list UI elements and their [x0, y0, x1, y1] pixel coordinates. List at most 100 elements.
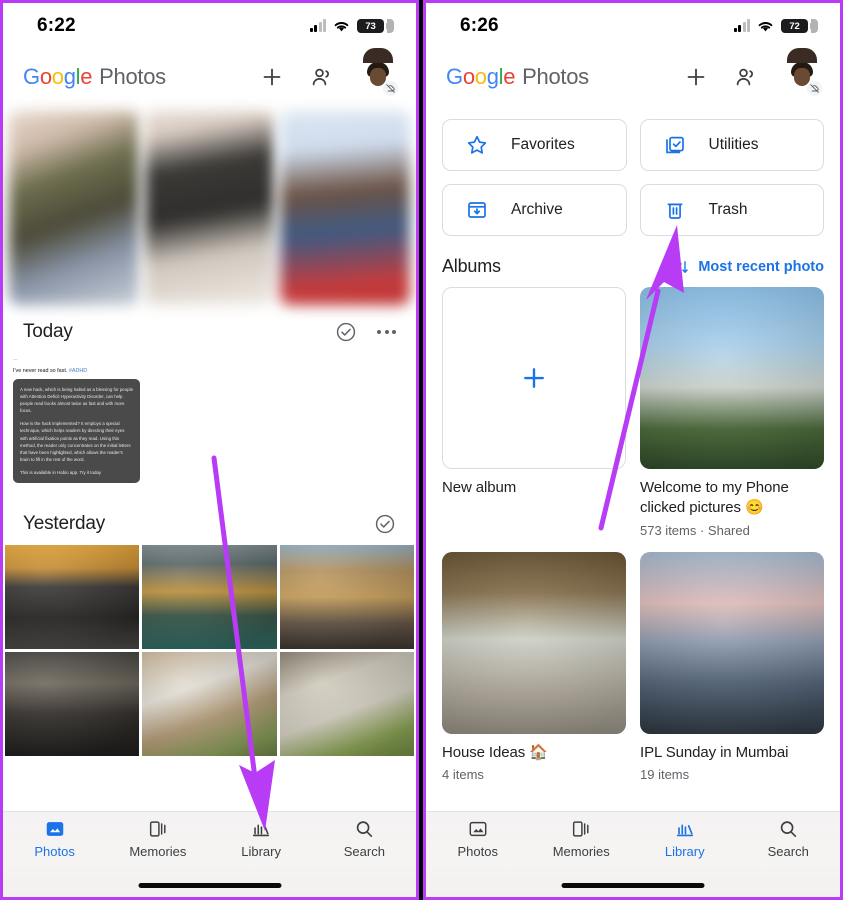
logo-word: Photos [522, 64, 589, 89]
avatar[interactable] [784, 48, 823, 97]
check-circle-icon[interactable] [335, 321, 357, 343]
new-album-placeholder [442, 287, 626, 469]
plus-icon [524, 368, 544, 388]
album-title: IPL Sunday in Mumbai [640, 743, 789, 761]
album-new[interactable]: New album [442, 287, 626, 538]
logo-letter: o [39, 64, 52, 89]
battery-icon: 72 [781, 19, 812, 33]
bottom-nav-right: Photos Memories Library Search [426, 811, 840, 897]
check-circle-icon[interactable] [374, 513, 396, 535]
photo-seaside-skyline [640, 551, 824, 734]
photo-plate-of-food[interactable] [142, 652, 277, 757]
nav-item-memories[interactable]: Memories [530, 818, 634, 864]
nav-label: Library [241, 844, 281, 859]
memories-icon [149, 821, 166, 837]
status-bar-right: 6:26 72 [426, 3, 840, 49]
nav-item-photos[interactable]: Photos [426, 818, 530, 864]
nav-label: Search [343, 844, 385, 859]
sort-control[interactable]: Most recent photo [673, 258, 824, 276]
backup-off-icon [382, 80, 399, 97]
nav-item-search[interactable]: Search [313, 818, 416, 864]
albums-header: Albums Most recent photo [426, 236, 840, 287]
logo-letter: G [446, 64, 463, 89]
logo-letter: e [503, 64, 516, 89]
chip-utilities[interactable]: Utilities [639, 119, 824, 171]
photo-screenshot-adhd[interactable]: — I've never read so fast. #ADHD A new h… [7, 353, 144, 490]
logo-word: Photos [99, 64, 166, 89]
section-header-yesterday: Yesterday [3, 489, 416, 545]
album-item[interactable]: Welcome to my Phone clicked pictures 😊 5… [640, 287, 824, 538]
nav-item-photos[interactable]: Photos [3, 818, 106, 864]
chip-label: Trash [708, 201, 748, 218]
archive-icon [468, 202, 486, 218]
screenshot-body-card: A new hack, which is being hailed as a b… [13, 378, 140, 484]
people-icon[interactable] [734, 65, 758, 89]
nav-item-memories[interactable]: Memories [106, 818, 209, 864]
more-options-icon[interactable] [377, 330, 396, 334]
memory-card[interactable] [144, 111, 275, 305]
memory-card[interactable] [9, 111, 139, 305]
cellular-icon [309, 19, 326, 32]
album-meta: 4 items [442, 766, 484, 782]
photo-apartment-building [640, 287, 824, 469]
star-icon [467, 135, 487, 154]
photo-bowl-of-curry[interactable] [279, 652, 414, 757]
plus-icon[interactable] [684, 65, 708, 89]
phone-screenshot-right: 6:26 72 Google Photos Favorites Utilitie… [423, 0, 843, 900]
google-photos-logo: Google Photos [23, 64, 166, 90]
app-bar-actions-right [684, 48, 823, 97]
nav-item-library[interactable]: Library [633, 818, 737, 864]
plus-icon[interactable] [260, 65, 284, 89]
nav-item-search[interactable]: Search [737, 818, 841, 864]
memory-card[interactable] [280, 111, 411, 305]
battery-level: 73 [365, 20, 376, 32]
nav-item-library[interactable]: Library [210, 818, 313, 864]
logo-letter: e [80, 64, 93, 89]
caption-text: I've never read so fast. [13, 367, 68, 374]
photo-gym-interior[interactable] [5, 652, 140, 757]
status-indicators: 72 [733, 19, 818, 33]
album-item[interactable]: House Ideas 🏠 4 items [442, 551, 626, 782]
nav-label: Memories [552, 844, 610, 859]
app-bar-right: Google Photos [426, 48, 840, 105]
album-item[interactable]: IPL Sunday in Mumbai 19 items [640, 551, 824, 782]
trash-icon [667, 203, 682, 219]
chip-favorites[interactable]: Favorites [442, 119, 627, 171]
screenshot-handle: — [13, 357, 18, 362]
chip-label: Utilities [708, 136, 759, 153]
nav-label: Library [664, 844, 705, 859]
search-icon [357, 821, 373, 837]
caption-hashtag: #ADHD [68, 367, 88, 374]
logo-letter: g [63, 64, 76, 89]
photo-narrow-alley-evening[interactable] [279, 545, 414, 650]
section-title: Today [23, 321, 73, 342]
screenshot-paragraph: A new hack, which is being hailed as a b… [20, 386, 134, 414]
search-icon [781, 821, 797, 837]
memories-carousel[interactable] [3, 105, 416, 305]
bottom-nav-left: Photos Memories Library Search [3, 811, 416, 897]
logo-letter: G [23, 64, 40, 89]
status-indicators: 73 [309, 19, 394, 33]
logo-letter: o [462, 64, 475, 89]
chip-trash[interactable]: Trash [639, 184, 824, 236]
photo-crowded-market-street[interactable] [142, 545, 277, 650]
photo-black-sports-car[interactable] [5, 545, 140, 650]
screenshot-paragraph: This is available in Habio app. Try it t… [20, 470, 102, 476]
photo-grid-yesterday [3, 545, 416, 757]
library-icon [253, 824, 270, 837]
home-indicator [561, 883, 705, 888]
chip-archive[interactable]: Archive [442, 184, 627, 236]
logo-letter: o [474, 64, 487, 89]
library-shortcuts: Favorites Utilities Archive Trash [426, 105, 840, 236]
memories-icon [573, 821, 589, 837]
people-icon[interactable] [310, 65, 334, 89]
section-actions [374, 513, 396, 535]
google-photos-logo: Google Photos [446, 64, 589, 90]
photo-balcony-lounge [442, 551, 626, 734]
comparison-stage: 6:22 73 Google Photos Today — I've never… [0, 0, 843, 900]
section-actions [335, 321, 396, 343]
avatar[interactable] [360, 48, 399, 97]
status-time: 6:26 [460, 15, 499, 36]
album-meta: 573 items · Shared [640, 522, 750, 538]
nav-label: Search [767, 844, 809, 859]
